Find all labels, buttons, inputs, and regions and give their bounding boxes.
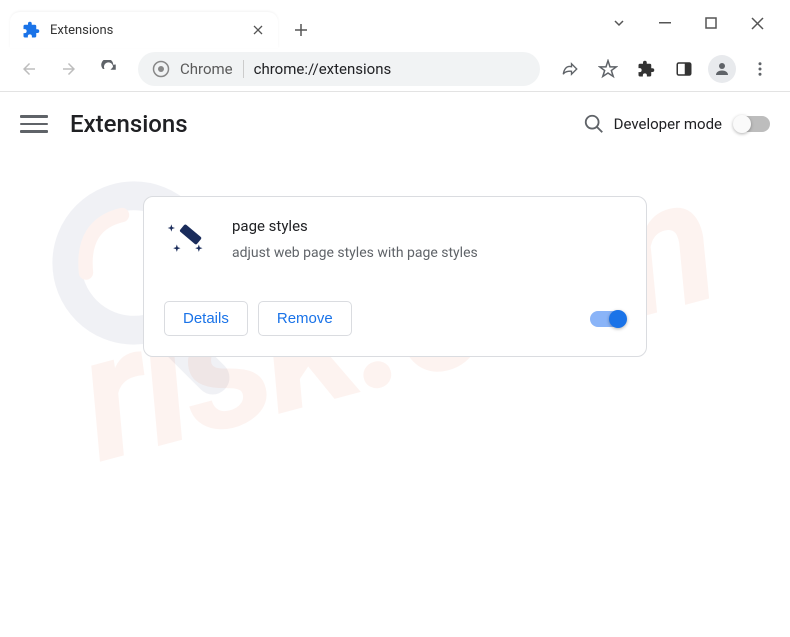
omnibox-divider	[243, 60, 244, 78]
sidepanel-icon[interactable]	[666, 51, 702, 87]
extension-card: page styles adjust web page styles with …	[143, 196, 647, 357]
forward-button[interactable]	[52, 52, 86, 86]
remove-button[interactable]: Remove	[258, 301, 352, 336]
close-button[interactable]	[734, 3, 780, 43]
chrome-logo-icon	[152, 60, 170, 78]
share-icon[interactable]	[552, 51, 588, 87]
back-button[interactable]	[12, 52, 46, 86]
page-title: Extensions	[70, 110, 574, 138]
reload-button[interactable]	[92, 52, 126, 86]
developer-mode-toggle[interactable]	[734, 116, 770, 132]
tab-title: Extensions	[50, 23, 240, 38]
bookmark-star-icon[interactable]	[590, 51, 626, 87]
tab-close-icon[interactable]	[250, 22, 266, 38]
hamburger-menu-icon[interactable]	[20, 110, 48, 138]
address-bar[interactable]: Chrome chrome://extensions	[138, 52, 540, 86]
extension-enable-toggle[interactable]	[590, 311, 626, 327]
maximize-button[interactable]	[688, 3, 734, 43]
extension-puzzle-icon	[22, 21, 40, 39]
minimize-button[interactable]	[642, 3, 688, 43]
profile-avatar[interactable]	[704, 51, 740, 87]
omnibox-label: Chrome	[180, 60, 233, 78]
details-button[interactable]: Details	[164, 301, 248, 336]
search-icon[interactable]	[574, 104, 614, 144]
new-tab-button[interactable]	[286, 15, 316, 45]
extension-description: adjust web page styles with page styles	[232, 245, 478, 261]
extension-name: page styles	[232, 217, 478, 235]
kebab-menu-icon[interactable]	[742, 51, 778, 87]
browser-tab[interactable]: Extensions	[10, 12, 278, 48]
developer-mode-label: Developer mode	[614, 115, 722, 133]
magic-wand-icon	[164, 217, 208, 261]
extensions-puzzle-icon[interactable]	[628, 51, 664, 87]
omnibox-url: chrome://extensions	[254, 60, 392, 78]
dropdown-icon[interactable]	[596, 3, 642, 43]
